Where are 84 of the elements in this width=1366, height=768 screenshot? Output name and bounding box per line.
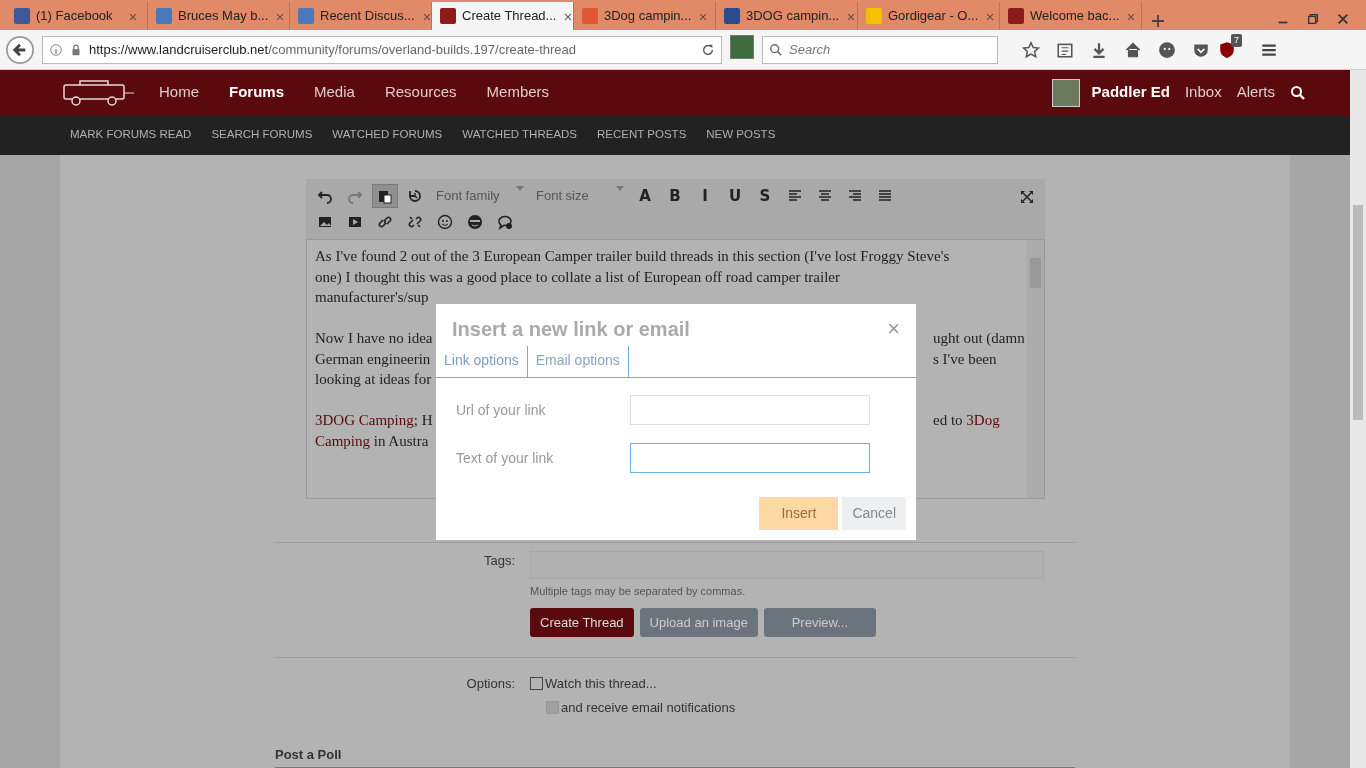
checkbox-label: and receive email notifications [561, 699, 736, 715]
format-button[interactable]: S [752, 184, 778, 208]
nav-link[interactable]: Inbox [1184, 81, 1237, 104]
text-line: 3DOG Camping; H [315, 411, 433, 430]
justify-icon [877, 188, 893, 204]
text-line: Camping in Austra [315, 431, 429, 451]
nav-link[interactable]: Forums [214, 81, 300, 104]
clipboard-icon [377, 188, 393, 204]
star-icon[interactable] [1022, 40, 1040, 59]
checkbox[interactable] [530, 677, 543, 690]
text-line: ught out (damn [933, 329, 1025, 348]
format-button[interactable]: I [692, 184, 718, 208]
text-line: s I've been [933, 349, 997, 369]
back-icon[interactable] [6, 35, 34, 64]
format-button[interactable]: U [722, 184, 748, 208]
count-badge: 7 [1231, 33, 1242, 48]
url-field[interactable]: https://www.landcruiserclub.net/community/forums/overland-builds.197/create-thread [42, 35, 722, 64]
history-icon [407, 188, 423, 204]
align-right-icon [847, 188, 863, 204]
text-line: Now I have no idea [315, 329, 433, 348]
home-icon[interactable] [1124, 40, 1142, 59]
smiley-icon[interactable] [1158, 40, 1176, 59]
subnav-link[interactable]: SEARCH FORUMS [201, 126, 323, 144]
extension-icon[interactable] [730, 34, 754, 59]
nav-link[interactable]: Media [299, 81, 370, 104]
link-icon [377, 214, 393, 230]
subnav-link[interactable]: WATCHED THREADS [452, 126, 588, 144]
plus-icon[interactable] [1150, 13, 1166, 30]
fullscreen-icon[interactable] [1019, 188, 1035, 205]
download-icon[interactable] [1090, 40, 1108, 59]
caret-icon [616, 186, 624, 193]
info-icon [49, 42, 63, 57]
subnav-link[interactable]: MARK FORUMS READ [60, 126, 202, 144]
form-button[interactable]: Create Thread [530, 607, 634, 637]
truck-logo-icon[interactable] [60, 78, 136, 107]
format-button[interactable]: B [662, 184, 688, 208]
image-icon [317, 214, 333, 230]
input-field[interactable] [630, 443, 870, 473]
text-line: German engineerin [315, 349, 431, 369]
search-icon [769, 42, 783, 57]
subnav-link[interactable]: RECENT POSTS [587, 126, 697, 144]
scrollbar[interactable] [1027, 240, 1044, 498]
align-left-icon [787, 188, 803, 204]
nav-link[interactable]: Members [471, 81, 565, 104]
field-label: Options: [466, 676, 515, 691]
field-label: Text of your link [456, 448, 555, 468]
field-label: Tags: [483, 553, 515, 568]
scrollbar[interactable] [1350, 70, 1366, 768]
film-icon [347, 214, 363, 230]
field-label: Url of your link [456, 400, 547, 420]
restore-icon[interactable] [1306, 12, 1320, 26]
text-line: looking at ideas for [315, 370, 432, 389]
text-line: manufacturer's/sup [315, 288, 429, 307]
text-line: As I've found 2 out of the 3 European Camper trailer build threads in this section (I've lost Froggy Steve's [315, 247, 950, 266]
avatar-photo[interactable] [1051, 78, 1080, 107]
toolbar-button[interactable] [372, 184, 398, 208]
nav-link[interactable]: Home [144, 81, 214, 104]
user-link[interactable]: Paddler Ed [1087, 81, 1185, 104]
search-icon[interactable] [1290, 85, 1306, 102]
subnav-link[interactable]: NEW POSTS [696, 126, 786, 144]
sunglasses-smiley-icon [467, 214, 483, 230]
format-button[interactable]: A [632, 184, 658, 208]
dialog-title: Insert a new link or email [452, 317, 690, 342]
text-line: one) I thought this was a good place to collate a list of European off road camper trailer [315, 267, 840, 287]
section-heading: Post a Poll [275, 745, 1075, 768]
redo-icon [347, 188, 363, 204]
text-line: ed to 3Dog [933, 411, 1000, 430]
align-center-icon [817, 188, 833, 204]
shield-icon[interactable] [1218, 41, 1236, 60]
url-text: https://www.landcruiserclub.net/community/forums/overland-builds.197/create-thread [89, 40, 576, 59]
subnav-link[interactable]: WATCHED FORUMS [322, 126, 453, 144]
checkbox-label: Watch this thread... [545, 676, 657, 691]
browser-tab[interactable]: Create Thread... [432, 2, 574, 30]
undo-icon [317, 188, 333, 204]
nav-link[interactable]: Alerts [1236, 81, 1290, 104]
speech-bubble-icon [497, 214, 513, 230]
reload-icon[interactable] [701, 43, 715, 58]
caret-icon [516, 186, 524, 193]
search-field[interactable]: Search [762, 35, 998, 64]
close-icon[interactable] [1336, 12, 1350, 26]
insert-button[interactable]: Insert [759, 497, 839, 530]
smiley-icon [437, 214, 453, 230]
nav-link[interactable]: Resources [369, 81, 472, 104]
hint-text: Multiple tags may be separated by commas. [530, 584, 747, 599]
